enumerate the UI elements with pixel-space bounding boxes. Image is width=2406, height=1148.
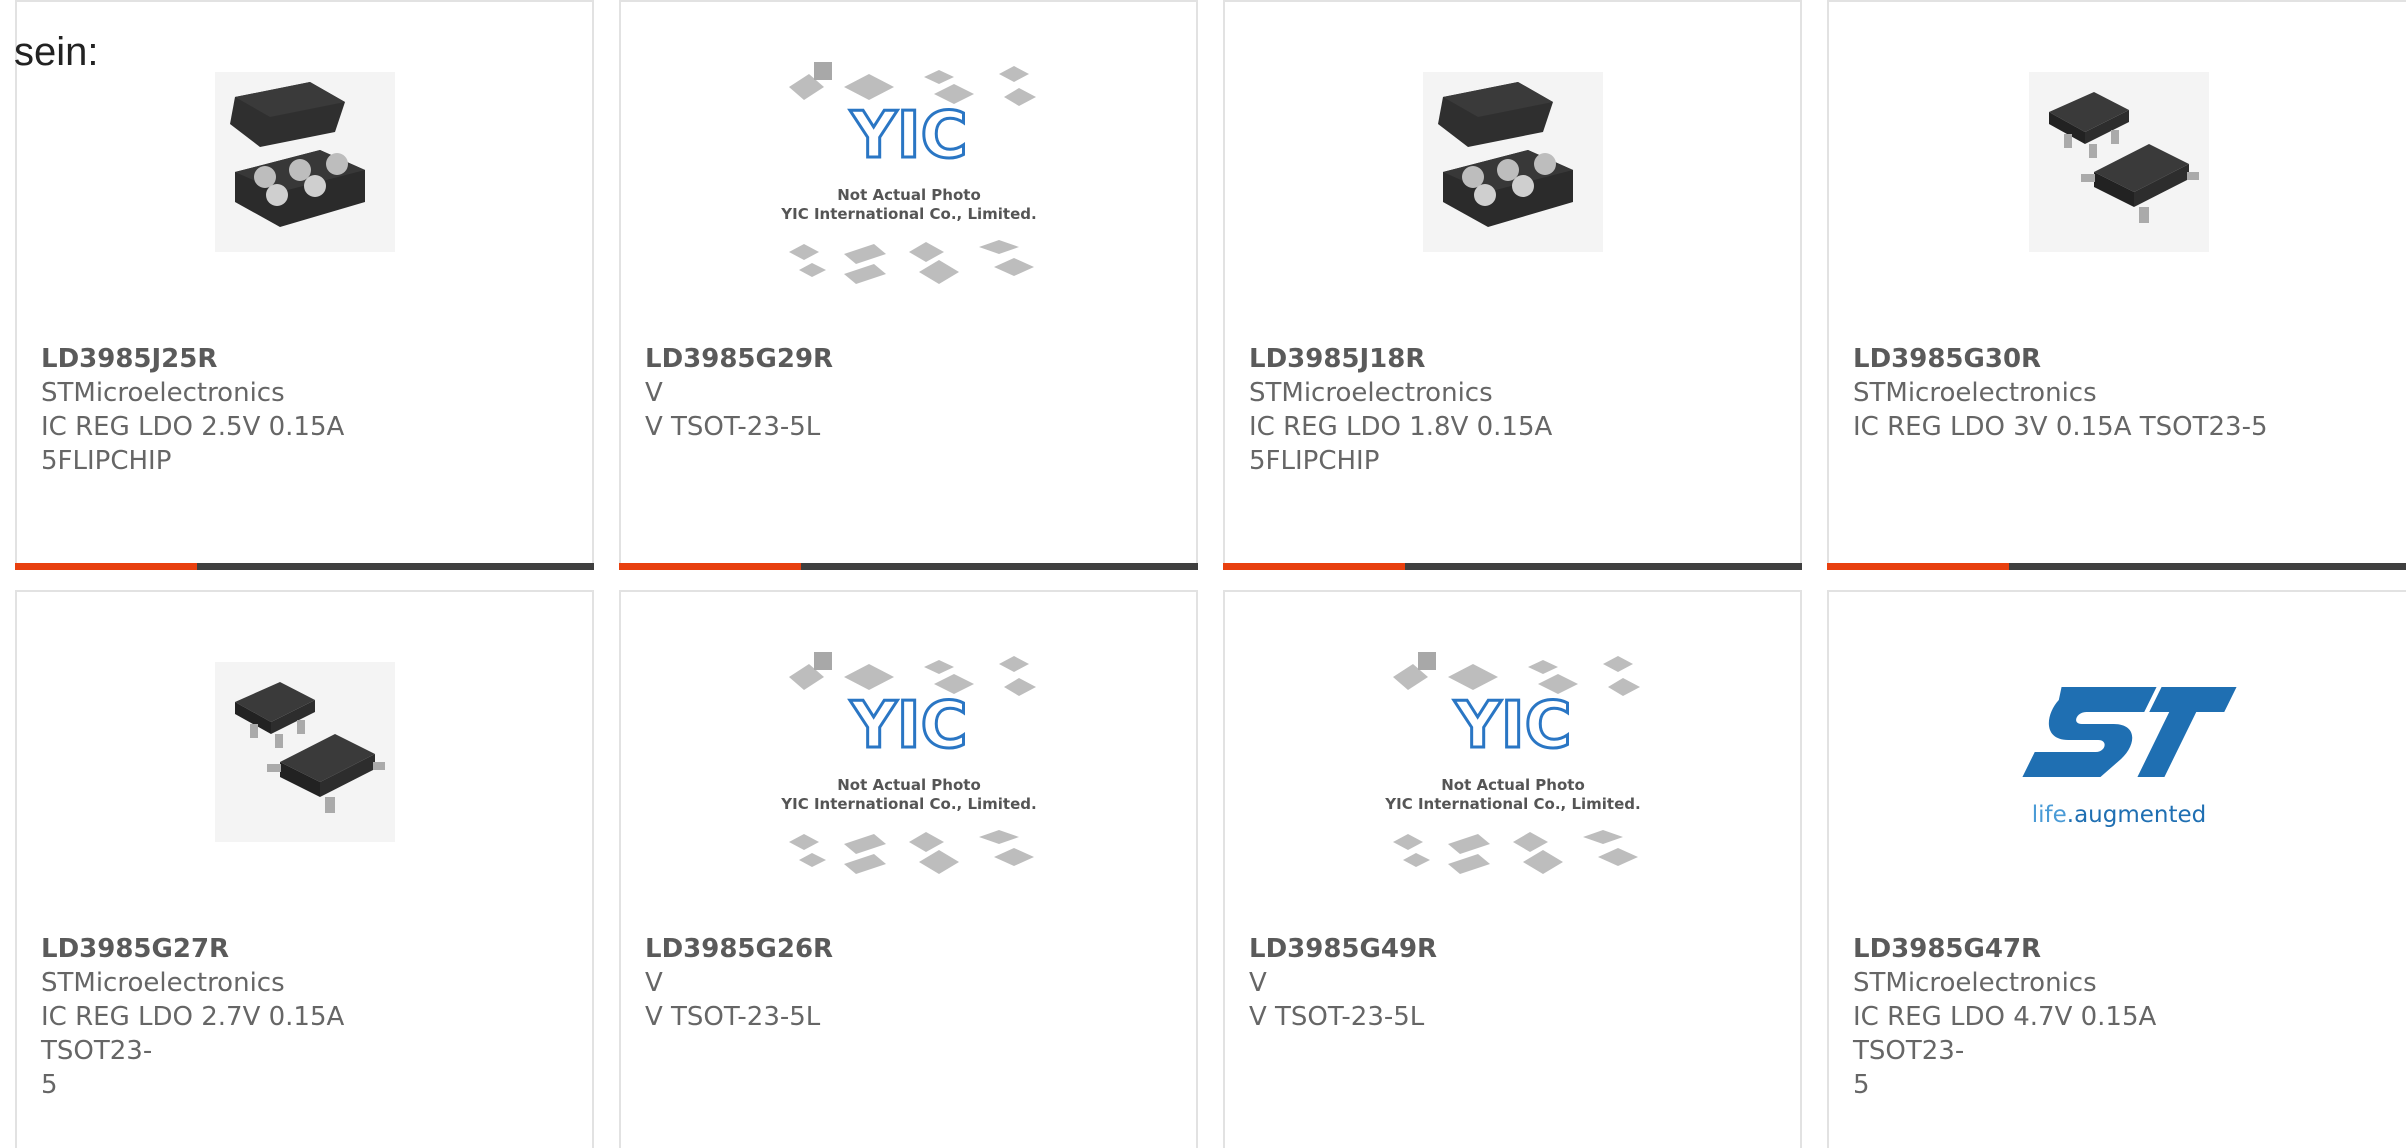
- product-listing-page: sein: LD3985J25R STMicroelectronics IC R…: [0, 0, 2406, 1148]
- product-card[interactable]: LD3985G30R STMicroelectronics IC REG LDO…: [1827, 0, 2406, 570]
- manufacturer: V: [645, 378, 663, 408]
- yic-logo: YIC: [849, 689, 967, 763]
- part-number-link[interactable]: LD3985G47R: [1853, 932, 2273, 966]
- part-number-link[interactable]: LD3985G29R: [645, 342, 1065, 376]
- product-card[interactable]: life.augmented LD3985G47R STMicroelectro…: [1827, 590, 2406, 1148]
- card-accent-bar: [15, 563, 197, 570]
- product-image: YIC Not Actual Photo YIC International C…: [621, 652, 1196, 932]
- product-image: [17, 62, 592, 342]
- svg-text:Not Actual Photo: Not Actual Photo: [1441, 776, 1585, 794]
- svg-text:YIC International Co., Limited: YIC International Co., Limited.: [1384, 795, 1640, 813]
- product-card[interactable]: YIC Not Actual Photo YIC International C…: [1223, 590, 1802, 1148]
- product-card[interactable]: YIC Not Actual Photo YIC International C…: [619, 590, 1198, 1148]
- flipchip-package-icon: [214, 72, 395, 252]
- manufacturer: STMicroelectronics: [1853, 968, 2097, 998]
- product-image: [1829, 62, 2406, 342]
- product-info: LD3985J18R STMicroelectronics IC REG LDO…: [1249, 342, 1669, 478]
- card-accent-bar: [1223, 563, 1405, 570]
- card-footer-bar: [1223, 563, 1802, 570]
- manufacturer: STMicroelectronics: [1853, 378, 2097, 408]
- product-info: LD3985G49R V V TSOT-23-5L: [1249, 932, 1669, 1034]
- part-number-link[interactable]: LD3985G26R: [645, 932, 1065, 966]
- card-accent-bar: [619, 563, 801, 570]
- product-info: LD3985G26R V V TSOT-23-5L: [645, 932, 1065, 1034]
- product-info: LD3985J25R STMicroelectronics IC REG LDO…: [41, 342, 461, 478]
- svg-text:YIC International Co., Limited: YIC International Co., Limited.: [780, 795, 1036, 813]
- part-number-link[interactable]: LD3985J25R: [41, 342, 461, 376]
- manufacturer: V: [645, 968, 663, 998]
- part-number-link[interactable]: LD3985J18R: [1249, 342, 1669, 376]
- product-info: LD3985G29R V V TSOT-23-5L: [645, 342, 1065, 444]
- product-image: life.augmented: [1829, 652, 2406, 932]
- description-line: IC REG LDO 1.8V 0.15A: [1249, 412, 1553, 442]
- yic-logo: YIC: [849, 99, 967, 173]
- description-line: IC REG LDO 2.5V 0.15A: [41, 412, 345, 442]
- description-line: 5FLIPCHIP: [41, 446, 172, 476]
- part-number-link[interactable]: LD3985G27R: [41, 932, 461, 966]
- description-line: 5: [1853, 1070, 1870, 1100]
- card-footer-bar: [15, 563, 594, 570]
- card-accent-bar: [1827, 563, 2009, 570]
- description-line: IC REG LDO 2.7V 0.15A TSOT23-: [41, 1002, 345, 1066]
- not-actual-photo-placeholder: YIC Not Actual Photo YIC International C…: [1384, 652, 1640, 874]
- product-image: [17, 652, 592, 932]
- description-line: V TSOT-23-5L: [645, 1002, 821, 1032]
- description-line: IC REG LDO 3V 0.15A TSOT23-5: [1853, 412, 2268, 442]
- manufacturer: STMicroelectronics: [41, 968, 285, 998]
- yic-logo: YIC: [1453, 689, 1571, 763]
- product-info: LD3985G27R STMicroelectronics IC REG LDO…: [41, 932, 461, 1102]
- card-footer-bar: [619, 563, 1198, 570]
- product-image: [1225, 62, 1800, 342]
- svg-text:Not Actual Photo: Not Actual Photo: [837, 776, 981, 794]
- part-number-link[interactable]: LD3985G30R: [1853, 342, 2273, 376]
- part-number-link[interactable]: LD3985G49R: [1249, 932, 1669, 966]
- sot23-package-icon: [214, 662, 395, 842]
- svg-text:Not Actual Photo: Not Actual Photo: [837, 186, 981, 204]
- description-line: V TSOT-23-5L: [1249, 1002, 1425, 1032]
- manufacturer: V: [1249, 968, 1267, 998]
- st-tagline: life.augmented: [2031, 802, 2206, 828]
- svg-text:YIC International Co., Limited: YIC International Co., Limited.: [780, 205, 1036, 223]
- product-card[interactable]: LD3985G27R STMicroelectronics IC REG LDO…: [15, 590, 594, 1148]
- product-card[interactable]: LD3985J18R STMicroelectronics IC REG LDO…: [1223, 0, 1802, 570]
- product-info: LD3985G47R STMicroelectronics IC REG LDO…: [1853, 932, 2273, 1102]
- description-line: IC REG LDO 4.7V 0.15A TSOT23-: [1853, 1002, 2157, 1066]
- product-info: LD3985G30R STMicroelectronics IC REG LDO…: [1853, 342, 2273, 444]
- product-card[interactable]: LD3985J25R STMicroelectronics IC REG LDO…: [15, 0, 594, 570]
- product-image: YIC Not Actual Photo YIC International C…: [1225, 652, 1800, 932]
- manufacturer: STMicroelectronics: [1249, 378, 1493, 408]
- manufacturer: STMicroelectronics: [41, 378, 285, 408]
- not-actual-photo-placeholder: YIC Not Actual Photo YIC International C…: [780, 62, 1036, 284]
- st-logo: life.augmented: [2021, 687, 2237, 828]
- description-line: V TSOT-23-5L: [645, 412, 821, 442]
- not-actual-photo-placeholder: YIC Not Actual Photo YIC International C…: [780, 652, 1036, 874]
- flipchip-package-icon: [1422, 72, 1603, 252]
- product-image: YIC Not Actual Photo YIC International C…: [621, 62, 1196, 342]
- sot23-package-icon: [2028, 72, 2209, 252]
- product-card[interactable]: YIC Not Actual Photo YIC International C…: [619, 0, 1198, 570]
- card-footer-bar: [1827, 563, 2406, 570]
- intro-text: sein:: [14, 30, 99, 74]
- description-line: 5FLIPCHIP: [1249, 446, 1380, 476]
- description-line: 5: [41, 1070, 58, 1100]
